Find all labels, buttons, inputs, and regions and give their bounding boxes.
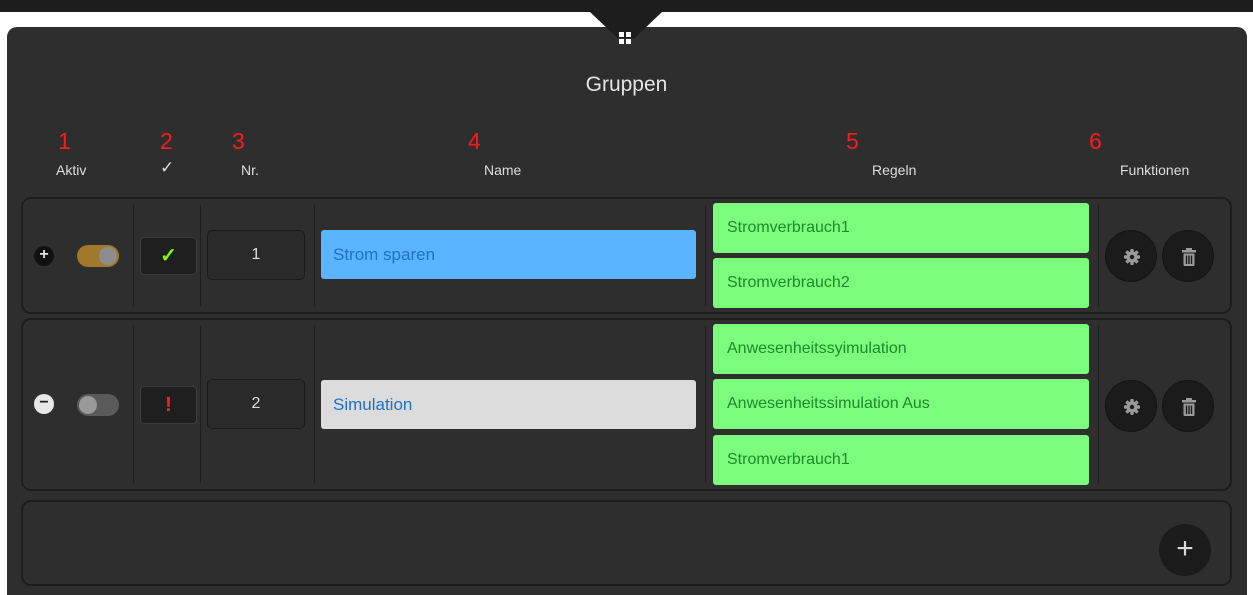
trash-icon	[1182, 248, 1196, 266]
status-symbol: ✓	[160, 245, 177, 267]
annotation-number: 3	[232, 128, 245, 154]
group-number[interactable]: 1	[207, 230, 305, 280]
rule-item[interactable]: Anwesenheitssyimulation	[713, 324, 1089, 374]
column-divider	[705, 205, 706, 306]
column-header-name: Name	[484, 162, 522, 178]
column-divider	[314, 205, 315, 306]
active-toggle[interactable]	[77, 245, 119, 267]
add-group-button[interactable]: +	[1159, 524, 1211, 576]
column-header-nr: Nr.	[241, 162, 259, 178]
settings-button[interactable]	[1105, 230, 1157, 282]
annotation-number: 4	[468, 128, 481, 154]
column-header-active: Aktiv	[56, 162, 87, 178]
settings-button[interactable]	[1105, 380, 1157, 432]
top-bar	[0, 0, 1253, 12]
annotation-number: 6	[1089, 128, 1102, 154]
status-indicator: ✓	[140, 237, 197, 275]
gear-icon	[1124, 249, 1140, 265]
column-divider	[314, 326, 315, 483]
rule-item[interactable]: Stromverbrauch2	[713, 258, 1089, 308]
trash-icon	[1182, 398, 1196, 416]
status-symbol: !	[165, 394, 172, 416]
column-header-functions: Funktionen	[1120, 162, 1190, 178]
column-divider	[200, 205, 201, 306]
annotation-number: 2	[160, 128, 173, 154]
column-divider	[1098, 205, 1099, 306]
rule-item[interactable]: Stromverbrauch1	[713, 203, 1089, 253]
column-divider	[133, 326, 134, 483]
toggle-knob	[99, 247, 117, 265]
page-title: Gruppen	[585, 73, 668, 96]
column-divider	[133, 205, 134, 306]
group-name-field[interactable]: Simulation	[321, 380, 696, 429]
plus-icon: +	[1176, 532, 1194, 565]
column-header-rules: Regeln	[872, 162, 917, 178]
delete-button[interactable]	[1162, 380, 1214, 432]
group-name-field[interactable]: Strom sparen	[321, 230, 696, 279]
toggle-knob	[79, 396, 97, 414]
rule-item[interactable]: Anwesenheitssimulation Aus	[713, 379, 1089, 429]
status-indicator: !	[140, 386, 197, 424]
add-group-row	[21, 500, 1232, 586]
rule-item[interactable]: Stromverbrauch1	[713, 435, 1089, 485]
delete-button[interactable]	[1162, 230, 1214, 282]
column-divider	[200, 326, 201, 483]
expand-button[interactable]: +	[34, 246, 54, 266]
annotation-number: 5	[846, 128, 859, 154]
gear-icon	[1124, 399, 1140, 415]
column-divider	[705, 326, 706, 483]
annotation-number: 1	[58, 128, 71, 154]
group-number[interactable]: 2	[207, 379, 305, 429]
grid-icon[interactable]	[619, 32, 631, 44]
column-divider	[1098, 326, 1099, 483]
active-toggle[interactable]	[77, 394, 119, 416]
column-header-status: ✓	[160, 158, 175, 177]
collapse-button[interactable]: −	[34, 394, 54, 414]
